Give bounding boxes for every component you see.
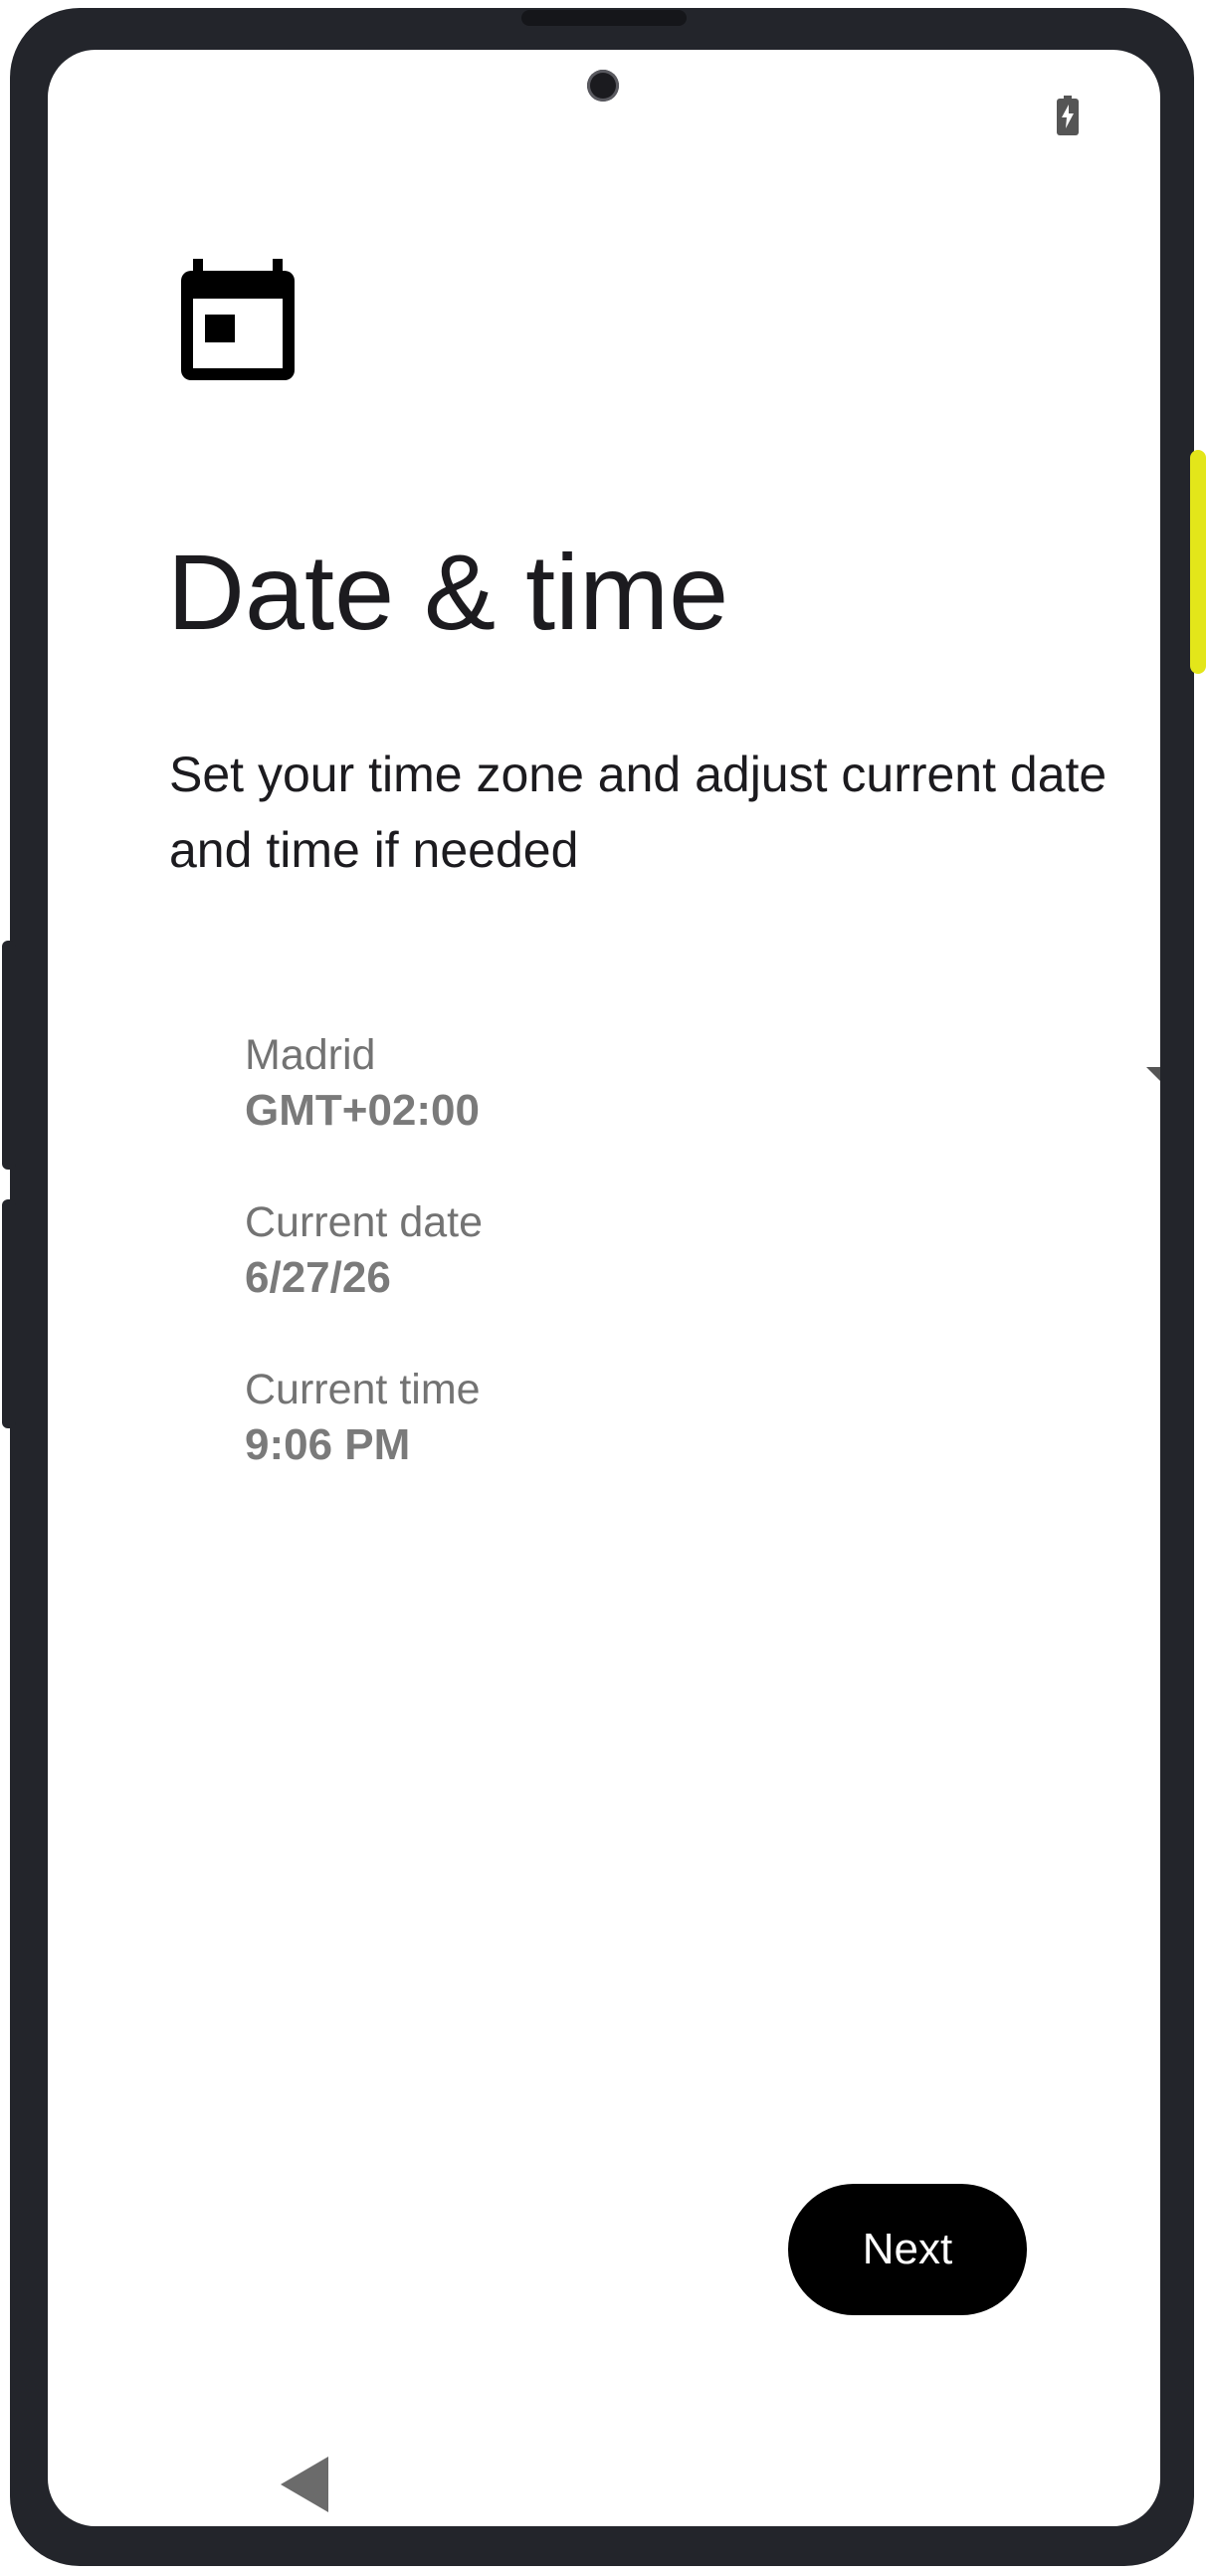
screen: Date & time Set your time zone and adjus… bbox=[48, 50, 1160, 2526]
current-time-label: Current time bbox=[245, 1366, 481, 1413]
timezone-selector[interactable]: Madrid GMT+02:00 bbox=[245, 1027, 1160, 1157]
power-button[interactable] bbox=[1190, 450, 1206, 674]
dropdown-arrow-icon[interactable] bbox=[1146, 1067, 1160, 1087]
front-camera bbox=[587, 70, 619, 102]
calendar-icon bbox=[181, 259, 295, 380]
back-triangle-icon[interactable] bbox=[281, 2457, 330, 2512]
current-time-value: 9:06 PM bbox=[245, 1420, 411, 1469]
page-title: Date & time bbox=[167, 532, 729, 652]
current-date-value: 6/27/26 bbox=[245, 1253, 391, 1302]
next-button[interactable]: Next bbox=[788, 2184, 1027, 2315]
battery-charging-icon bbox=[1057, 96, 1079, 135]
volume-down-button[interactable] bbox=[2, 1199, 16, 1428]
timezone-offset-value: GMT+02:00 bbox=[245, 1086, 480, 1135]
current-date-setting[interactable]: Current date 6/27/26 bbox=[245, 1194, 1061, 1324]
current-date-label: Current date bbox=[245, 1198, 484, 1246]
timezone-city-label: Madrid bbox=[245, 1031, 376, 1079]
page-subtitle: Set your time zone and adjust current da… bbox=[169, 747, 1107, 878]
earpiece-speaker bbox=[521, 10, 687, 26]
volume-up-button[interactable] bbox=[2, 941, 16, 1170]
current-time-setting[interactable]: Current time 9:06 PM bbox=[245, 1362, 1061, 1491]
